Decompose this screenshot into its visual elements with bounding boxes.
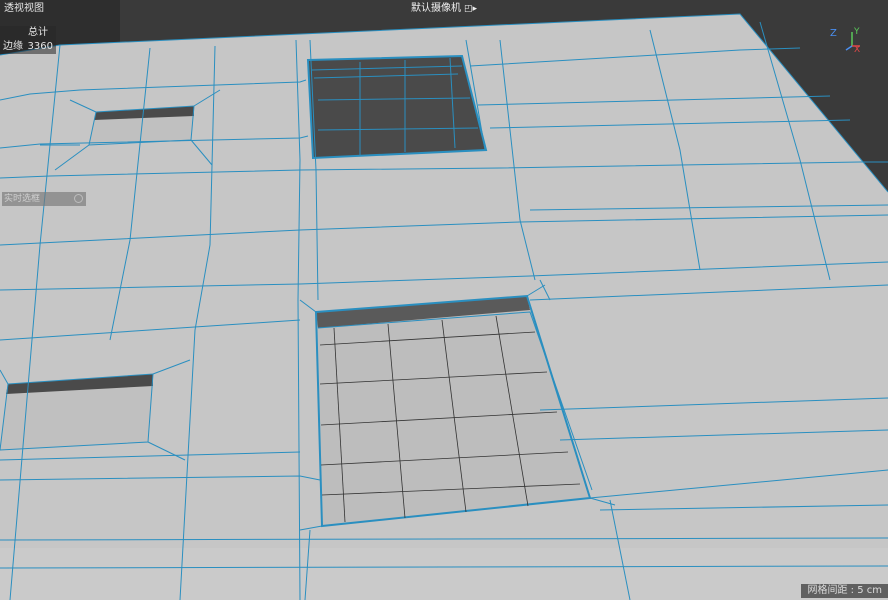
- 3d-viewport[interactable]: [0, 0, 888, 600]
- stats-header: 总计: [28, 27, 48, 38]
- camera-icon[interactable]: ◰▸: [464, 2, 477, 16]
- stats-edges-label: 边缘: [3, 41, 23, 52]
- axis-z-label: Z: [830, 28, 837, 39]
- camera-label[interactable]: 默认摄像机 ◰▸: [0, 2, 888, 16]
- axis-y-label: Y: [853, 27, 860, 37]
- realtime-selection-panel[interactable]: 实时选框: [2, 192, 86, 206]
- stats-edges-value: 3360: [27, 41, 53, 52]
- grid-spacing-label: 网格间距 : 5 cm: [801, 584, 888, 598]
- camera-name[interactable]: 默认摄像机: [411, 3, 461, 14]
- axis-x-label: X: [854, 45, 860, 55]
- hole-top: [308, 56, 486, 158]
- stats-panel: 总计 边缘 3360: [0, 26, 56, 54]
- realtime-selection-label: 实时选框: [4, 194, 41, 204]
- axis-gizmo: Z X Y: [830, 27, 860, 55]
- target-icon[interactable]: [74, 194, 83, 203]
